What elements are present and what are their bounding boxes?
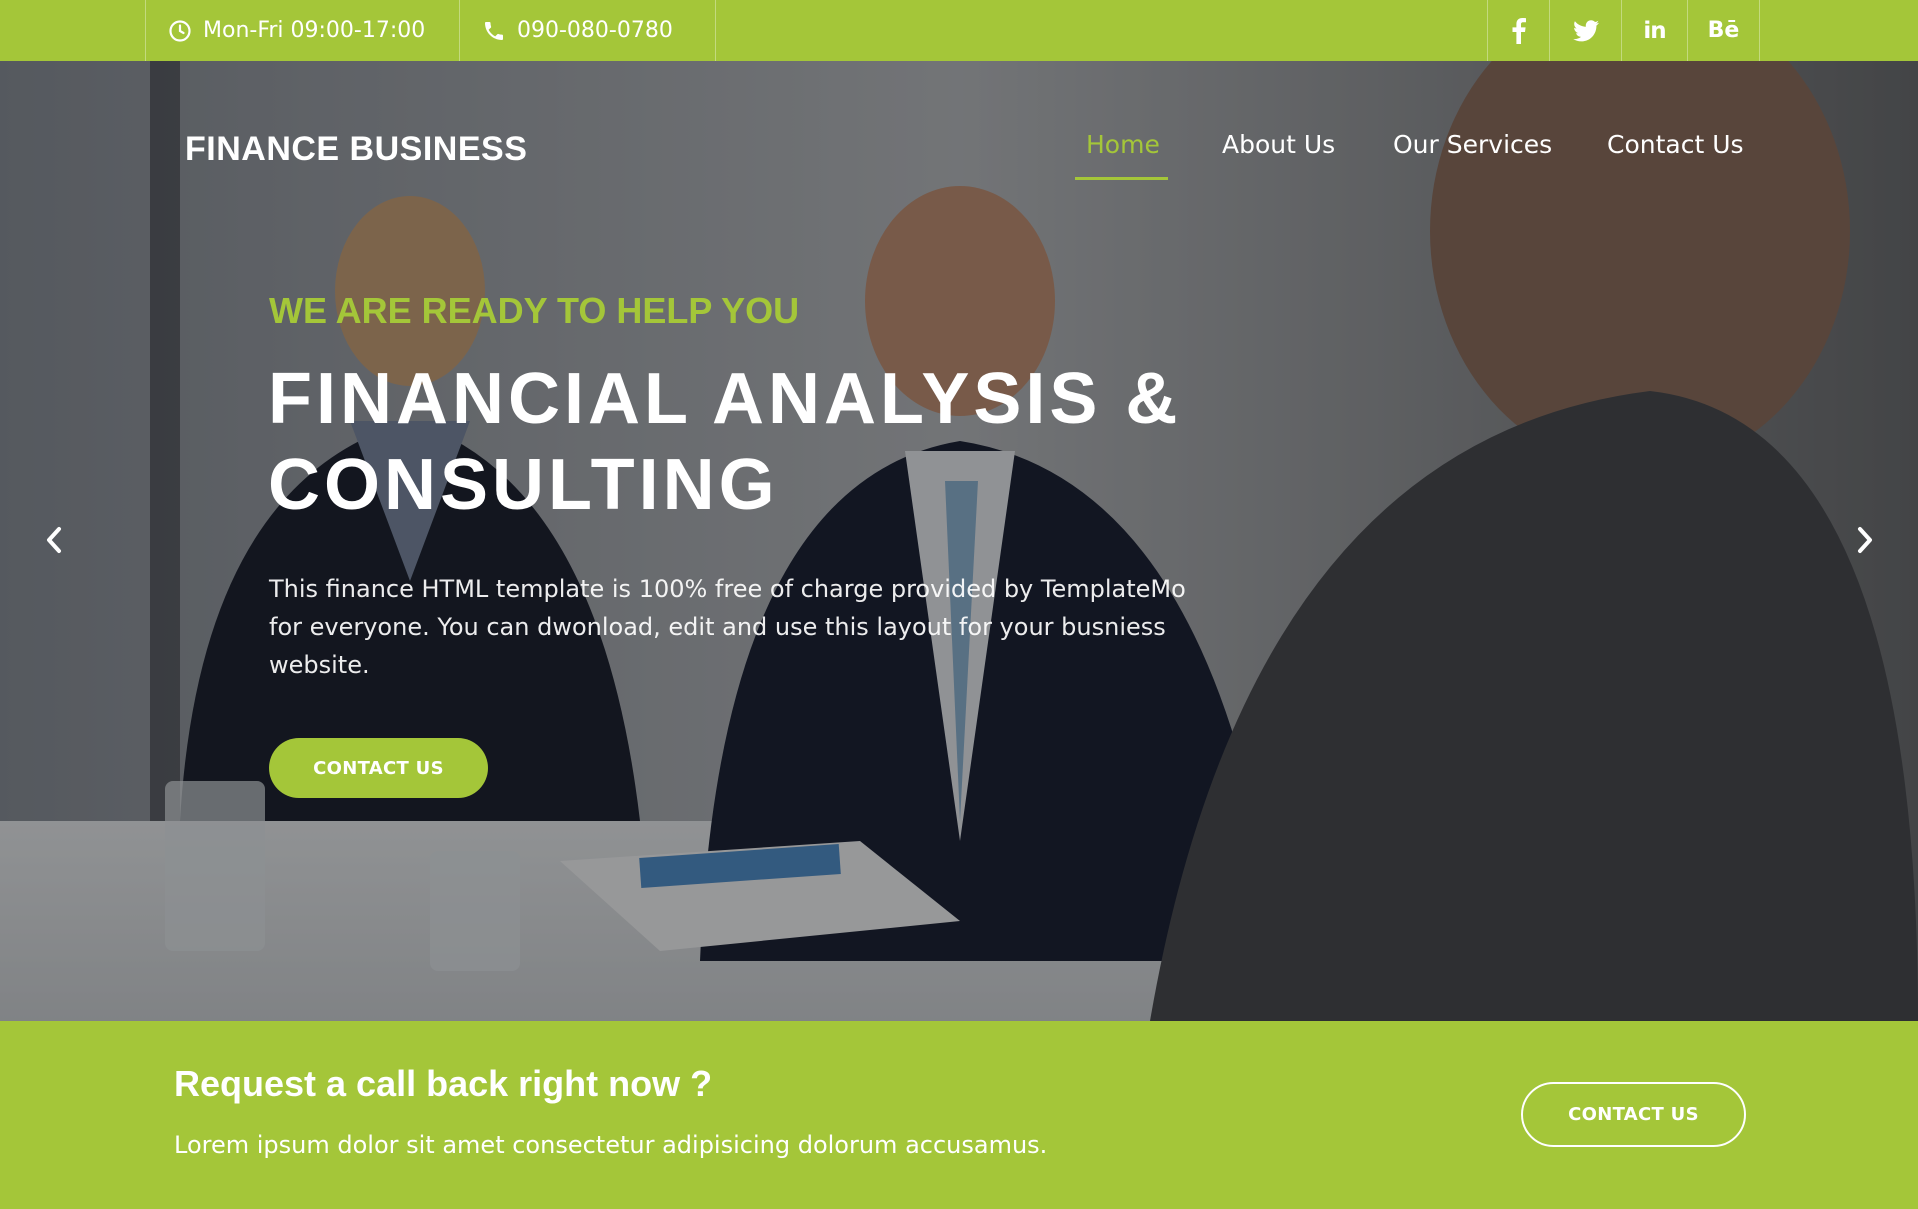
- nav-about-us[interactable]: About Us: [1222, 130, 1335, 159]
- linkedin-icon: in: [1643, 17, 1666, 44]
- callback-text: Lorem ipsum dolor sit amet consectetur a…: [174, 1131, 1048, 1159]
- chevron-right-icon: [1858, 527, 1872, 553]
- nav-our-services[interactable]: Our Services: [1393, 130, 1552, 159]
- hero-headline-line-1: FINANCIAL ANALYSIS &: [268, 359, 1182, 439]
- facebook-link[interactable]: [1487, 0, 1549, 61]
- phone-number-text: 090-080-0780: [517, 18, 673, 43]
- business-hours: Mon-Fri 09:00-17:00: [145, 0, 459, 61]
- hero-headline: FINANCIAL ANALYSIS & CONSULTING: [268, 356, 1268, 528]
- top-bar: Mon-Fri 09:00-17:00 090-080-0780 in Bē: [0, 0, 1918, 61]
- hero-description: This finance HTML template is 100% free …: [269, 575, 1186, 679]
- hero-headline-line-2: CONSULTING: [268, 445, 779, 525]
- business-hours-text: Mon-Fri 09:00-17:00: [203, 18, 426, 43]
- nav-contact-us[interactable]: Contact Us: [1607, 130, 1744, 159]
- behance-link[interactable]: Bē: [1687, 0, 1760, 61]
- callback-contact-button[interactable]: CONTACT US: [1521, 1082, 1746, 1147]
- hero-tagline: WE ARE READY TO HELP YOU: [269, 290, 800, 331]
- behance-icon: Bē: [1707, 18, 1740, 43]
- callback-section: Request a call back right now ? Lorem ip…: [0, 1021, 1918, 1209]
- slider-prev-button[interactable]: [34, 510, 74, 570]
- slider-next-button[interactable]: [1845, 510, 1885, 570]
- hero-dark-overlay: [0, 61, 1918, 1021]
- phone-number[interactable]: 090-080-0780: [459, 0, 716, 61]
- twitter-icon: [1572, 19, 1599, 41]
- chevron-left-icon: [47, 527, 61, 553]
- linkedin-link[interactable]: in: [1621, 0, 1687, 61]
- nav-active-indicator: [1075, 177, 1168, 180]
- facebook-icon: [1512, 17, 1526, 44]
- callback-title: Request a call back right now ?: [174, 1063, 713, 1104]
- twitter-link[interactable]: [1549, 0, 1621, 61]
- phone-icon: [485, 21, 503, 40]
- nav-home[interactable]: Home: [1086, 130, 1160, 159]
- hero-slider: [0, 61, 1918, 1021]
- hero-contact-button[interactable]: CONTACT US: [269, 738, 488, 798]
- site-logo[interactable]: FINANCE BUSINESS: [185, 130, 527, 169]
- clock-icon: [169, 19, 191, 42]
